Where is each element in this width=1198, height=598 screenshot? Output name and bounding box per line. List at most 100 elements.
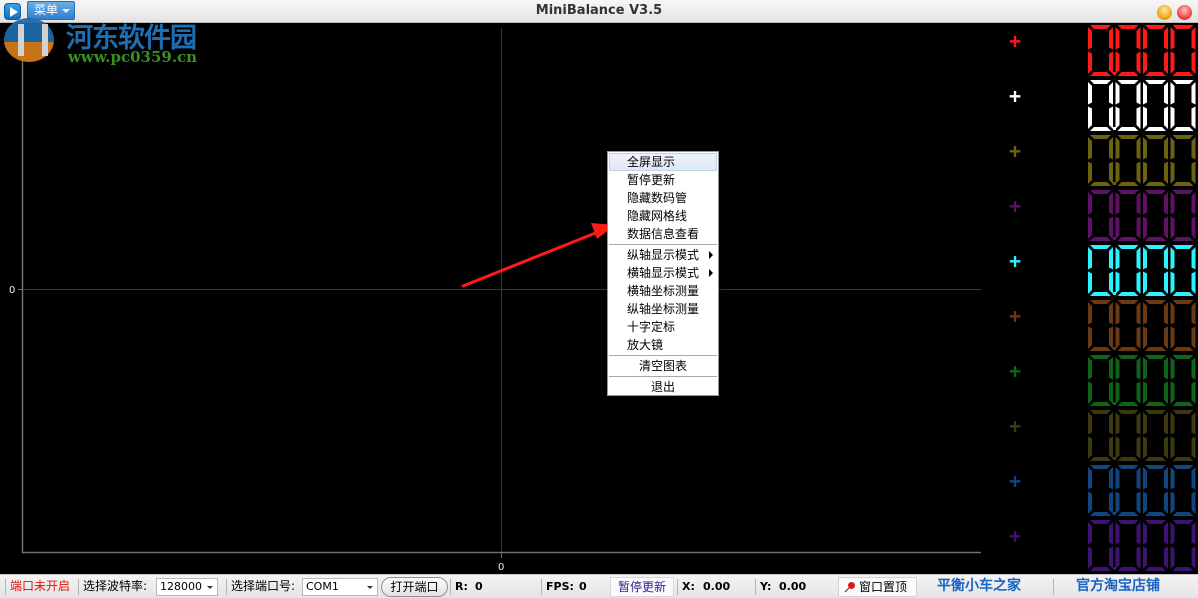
channel-toggle-plus-icon[interactable]: + [1009,196,1021,216]
link-shop[interactable]: 官方淘宝店铺 [1076,575,1160,598]
segment [1191,302,1196,325]
segment [1109,522,1113,545]
segment [1164,82,1168,105]
segment [1172,520,1194,524]
segment [1164,436,1168,459]
segment [1088,216,1092,239]
segment [1117,410,1139,414]
divider [541,579,542,595]
link-home[interactable]: 平衡小车之家 [937,575,1021,598]
digit [1143,410,1168,461]
port-select[interactable]: COM1 [302,578,378,596]
open-port-button[interactable]: 打开端口 [381,577,448,597]
segment [1143,546,1147,569]
close-button[interactable] [1177,5,1192,20]
segment [1109,137,1113,160]
plot-canvas[interactable]: 0 0 [0,24,990,570]
segment [1145,292,1166,296]
segment [1191,467,1196,490]
segment [1145,127,1166,131]
pause-update-button[interactable]: 暂停更新 [610,577,674,597]
segment [1145,402,1166,406]
segment [1170,137,1175,160]
menu-item[interactable]: 隐藏网格线 [609,207,717,225]
menu-item[interactable]: 横轴坐标测量 [609,282,717,300]
channel-toggle-plus-icon[interactable]: + [1009,526,1021,546]
segment [1115,436,1120,459]
segment [1164,51,1168,74]
pin-label: 窗口置顶 [859,580,908,594]
digit [1143,80,1168,131]
segment [1191,546,1196,569]
segment [1191,82,1196,105]
menu-item[interactable]: 纵轴坐标测量 [609,300,717,318]
menu-item[interactable]: 隐藏数码管 [609,189,717,207]
digit [1088,80,1113,131]
channel-toggle-plus-icon[interactable]: + [1009,141,1021,161]
segment [1088,271,1092,294]
menu-item[interactable]: 清空图表 [609,357,717,375]
baud-select[interactable]: 128000 [156,578,218,596]
channel-toggle-plus-icon[interactable]: + [1009,471,1021,491]
segment [1143,302,1147,325]
segment [1164,247,1168,270]
menu-item[interactable]: 放大镜 [609,336,717,354]
segment [1088,247,1092,270]
segment [1115,467,1120,490]
digit [1170,135,1196,186]
segment [1172,237,1194,241]
channel-toggle-plus-icon[interactable]: + [1009,306,1021,326]
segment [1170,192,1175,215]
segment [1170,161,1175,184]
submenu-arrow-icon [709,269,713,277]
segment [1145,237,1166,241]
menu-item-label: 隐藏数码管 [627,191,688,205]
minimize-button[interactable] [1157,5,1172,20]
segment [1115,381,1120,404]
segment [1170,412,1175,435]
segment [1109,467,1113,490]
channel-toggle-plus-icon[interactable]: + [1009,251,1021,271]
segment [1164,467,1168,490]
segment [1136,381,1141,404]
segment [1164,491,1168,514]
segment [1172,127,1194,131]
segment [1170,326,1175,349]
channel-toggle-plus-icon[interactable]: + [1009,31,1021,51]
segment [1109,161,1113,184]
segment [1170,436,1175,459]
channel-toggle-plus-icon[interactable]: + [1009,416,1021,436]
digit [1143,355,1168,406]
menu-item[interactable]: 纵轴显示模式 [609,246,717,264]
channel-toggle-plus-icon[interactable]: + [1009,86,1021,106]
menu-item[interactable]: 横轴显示模式 [609,264,717,282]
segment [1090,127,1111,131]
seven-segment-display [1088,245,1196,296]
segment [1109,357,1113,380]
segment [1136,302,1141,325]
menu-item[interactable]: 暂停更新 [609,171,717,189]
menu-item[interactable]: 十字定标 [609,318,717,336]
segment [1191,161,1196,184]
segment [1136,216,1141,239]
segment [1172,410,1194,414]
segment [1143,381,1147,404]
seven-segment-display [1088,80,1196,131]
segment [1090,410,1111,414]
segment [1170,106,1175,129]
segment [1145,135,1166,139]
menu-item[interactable]: 退出 [609,378,717,396]
segment [1115,51,1120,74]
channel-row: + [990,409,1198,464]
segment [1115,106,1120,129]
segment [1109,381,1113,404]
menu-item-label: 退出 [650,380,675,394]
seven-segment-display [1088,300,1196,351]
pin-on-top-button[interactable]: 窗口置顶 [838,577,917,597]
segment [1117,190,1139,194]
channel-toggle-plus-icon[interactable]: + [1009,361,1021,381]
menu-item[interactable]: 数据信息查看 [609,225,717,243]
plot-area[interactable]: 0 0 [0,24,990,570]
digit [1115,135,1141,186]
menu-item[interactable]: 全屏显示 [609,153,717,171]
